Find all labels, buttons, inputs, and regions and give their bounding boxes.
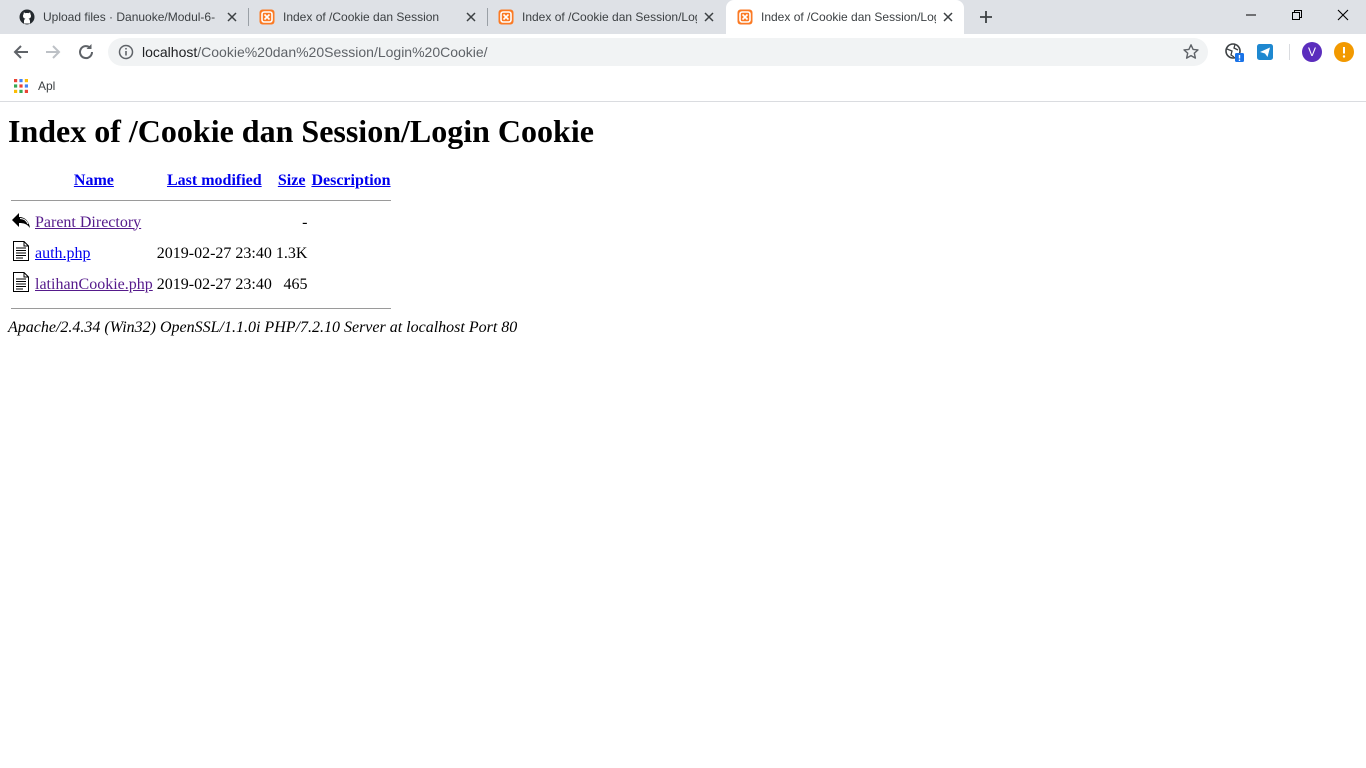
minimize-button[interactable] xyxy=(1228,0,1274,30)
separator-row xyxy=(10,193,392,206)
divider xyxy=(11,200,391,201)
description-cell xyxy=(310,208,391,237)
modified-cell: 2019-02-27 23:40 xyxy=(156,275,272,293)
page-content: Index of /Cookie dan Session/Login Cooki… xyxy=(0,103,1366,768)
file-link-auth[interactable]: auth.php xyxy=(35,245,91,262)
header-row: Name Last modified Size Description xyxy=(10,171,392,191)
description-column-header: Description xyxy=(310,171,391,191)
modified-cell: 2019-02-27 23:40 xyxy=(156,244,272,262)
close-window-icon xyxy=(1337,9,1349,21)
name-cell: latihanCookie.php xyxy=(34,270,154,299)
tab-title: Upload files · Danuoke/Modul-6- xyxy=(43,10,216,24)
icon-cell xyxy=(10,239,32,268)
size-cell: - xyxy=(302,213,308,231)
url-text[interactable]: localhost/Cookie%20dan%20Session/Login%2… xyxy=(142,45,488,59)
tab-index-cookie-session[interactable]: Index of /Cookie dan Session xyxy=(248,0,487,34)
xampp-icon xyxy=(498,9,514,25)
restore-button[interactable] xyxy=(1274,0,1320,30)
description-cell xyxy=(310,270,391,299)
back-icon[interactable] xyxy=(10,41,32,63)
reload-icon[interactable] xyxy=(75,41,97,63)
xampp-icon xyxy=(737,9,753,25)
close-icon[interactable] xyxy=(940,9,956,25)
close-icon[interactable] xyxy=(463,9,479,25)
description-cell xyxy=(310,239,391,268)
profile-initial: V xyxy=(1307,45,1316,59)
profile-avatar[interactable]: V xyxy=(1302,42,1322,62)
close-icon[interactable] xyxy=(224,9,240,25)
xampp-icon xyxy=(259,9,275,25)
info-icon[interactable] xyxy=(118,44,134,60)
sort-by-name-link[interactable]: Name xyxy=(74,172,114,189)
size-column-header: Size xyxy=(275,171,309,191)
tab-title: Index of /Cookie dan Session/Log xyxy=(761,10,936,24)
extension-globe-icon[interactable] xyxy=(1224,42,1244,62)
url-path: /Cookie%20dan%20Session/Login%20Cookie/ xyxy=(197,44,488,60)
page-title: Index of /Cookie dan Session/Login Cooki… xyxy=(8,113,594,149)
separator-row xyxy=(10,301,392,314)
close-window-button[interactable] xyxy=(1320,0,1366,30)
table-row: latihanCookie.php 2019-02-27 23:40 465 xyxy=(10,270,392,299)
tab-github[interactable]: Upload files · Danuoke/Modul-6- xyxy=(8,0,248,34)
apps-grid-icon xyxy=(14,79,28,93)
tab-index-login[interactable]: Index of /Cookie dan Session/Log xyxy=(487,0,725,34)
size-cell: 465 xyxy=(283,275,308,293)
text-file-icon xyxy=(13,241,29,261)
forward-icon[interactable] xyxy=(42,41,64,63)
separator-cell xyxy=(10,301,392,314)
toolbar-divider xyxy=(1289,44,1290,60)
github-icon xyxy=(19,9,35,25)
name-cell: auth.php xyxy=(34,239,154,268)
bookmark-star-icon[interactable] xyxy=(1182,43,1200,61)
close-icon[interactable] xyxy=(701,9,717,25)
restore-icon xyxy=(1292,10,1302,20)
icon-cell xyxy=(10,208,32,237)
address-bar[interactable]: localhost/Cookie%20dan%20Session/Login%2… xyxy=(108,38,1208,66)
modified-cell xyxy=(156,208,273,237)
minimize-icon xyxy=(1246,14,1256,16)
sort-by-description-link[interactable]: Description xyxy=(311,172,390,189)
server-signature: Apache/2.4.34 (Win32) OpenSSL/1.1.0i PHP… xyxy=(8,319,518,336)
alert-icon xyxy=(1342,47,1346,58)
icon-cell xyxy=(10,270,32,299)
extension-send-icon[interactable] xyxy=(1255,42,1275,62)
divider xyxy=(11,308,391,309)
sort-by-size-link[interactable]: Size xyxy=(278,172,306,189)
name-cell: Parent Directory xyxy=(34,208,154,237)
back-arrow-icon xyxy=(12,213,30,228)
directory-listing: Name Last modified Size Description Pare… xyxy=(8,169,394,316)
tab-strip: Upload files · Danuoke/Modul-6- Index of… xyxy=(0,0,1366,34)
last-modified-column-header: Last modified xyxy=(156,171,273,191)
tab-index-login-cookie-active[interactable]: Index of /Cookie dan Session/Log xyxy=(726,0,964,34)
new-tab-icon[interactable] xyxy=(978,9,994,25)
parent-directory-link[interactable]: Parent Directory xyxy=(35,214,141,231)
update-badge-button[interactable] xyxy=(1334,42,1354,62)
separator-cell xyxy=(10,193,392,206)
apps-label: Apl xyxy=(38,79,56,93)
tab-title: Index of /Cookie dan Session xyxy=(283,10,440,24)
table-row: Parent Directory - xyxy=(10,208,392,237)
tab-title: Index of /Cookie dan Session/Log xyxy=(522,10,697,24)
bookmarks-bar: Apl xyxy=(0,70,1366,102)
text-file-icon xyxy=(13,272,29,292)
file-link-latihancookie[interactable]: latihanCookie.php xyxy=(35,276,153,293)
url-host: localhost xyxy=(142,44,198,60)
icon-column-header xyxy=(10,171,32,191)
name-column-header: Name xyxy=(34,171,154,191)
size-cell: 1.3K xyxy=(275,244,308,262)
browser-toolbar: localhost/Cookie%20dan%20Session/Login%2… xyxy=(0,34,1366,70)
table-row: auth.php 2019-02-27 23:40 1.3K xyxy=(10,239,392,268)
sort-by-last-modified-link[interactable]: Last modified xyxy=(167,172,262,189)
